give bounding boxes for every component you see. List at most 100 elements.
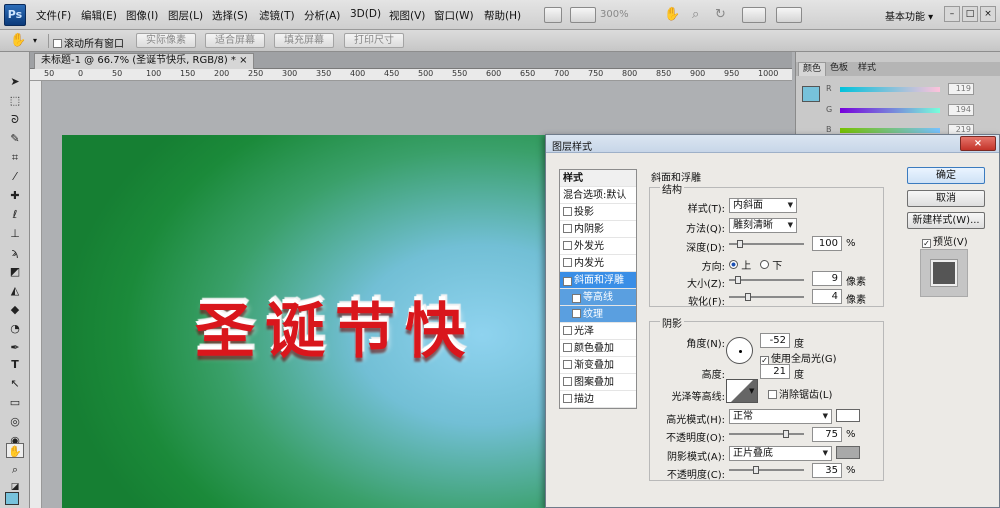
angle-input[interactable]: -52 [760, 333, 790, 348]
chevron-down-icon[interactable]: ▾ [33, 36, 37, 45]
cancel-button[interactable]: 取消 [907, 190, 985, 207]
dodge-tool-icon[interactable]: ◔ [6, 321, 24, 336]
rotate-icon[interactable]: ↻ [715, 7, 726, 22]
marquee-tool-icon[interactable]: ⬚ [6, 93, 24, 108]
style-list-item[interactable]: 内发光 [560, 255, 636, 272]
dialog-title-bar[interactable]: 图层样式 × [546, 135, 999, 153]
style-checkbox[interactable] [563, 394, 572, 403]
eraser-icon[interactable]: ◩ [6, 264, 24, 279]
arrange-icon[interactable] [570, 7, 596, 23]
close-tab-icon[interactable]: × [239, 55, 247, 66]
style-checkbox[interactable] [563, 258, 572, 267]
crop-tool-icon[interactable]: ⌗ [6, 150, 24, 165]
foreground-color-swatch[interactable] [5, 492, 19, 505]
shadow-opacity-slider[interactable] [729, 466, 804, 474]
highlight-color-swatch[interactable] [836, 409, 860, 422]
pen-tool-icon[interactable]: ✒ [6, 340, 24, 355]
workspace-switcher[interactable]: 基本功能 ▾ [885, 8, 933, 23]
menu-layer[interactable]: 图层(L) [168, 8, 203, 23]
type-tool-icon[interactable]: T [6, 357, 24, 372]
zoom-icon[interactable]: ⌕ [692, 7, 699, 22]
style-checkbox[interactable] [563, 377, 572, 386]
close-icon[interactable]: × [980, 6, 996, 22]
style-list-item[interactable]: 内阴影 [560, 221, 636, 238]
style-checkbox[interactable] [563, 207, 572, 216]
maximize-icon[interactable]: □ [962, 6, 978, 22]
size-slider[interactable] [729, 276, 804, 284]
menu-image[interactable]: 图像(I) [126, 8, 158, 23]
style-list-item[interactable]: 描边 [560, 391, 636, 408]
depth-thumb[interactable] [737, 240, 743, 248]
menu-window[interactable]: 窗口(W) [434, 8, 474, 23]
close-icon[interactable]: × [960, 136, 996, 151]
highlight-opacity-slider[interactable] [729, 430, 804, 438]
lasso-tool-icon[interactable]: ᘐ [6, 112, 24, 127]
highlight-opacity-thumb[interactable] [783, 430, 789, 438]
eyedropper-icon[interactable]: ⁄ [6, 169, 24, 184]
zoom-level[interactable]: 300% [600, 9, 629, 20]
fill-screen-button[interactable]: 填充屏幕 [274, 33, 334, 48]
menu-view[interactable]: 视图(V) [389, 8, 425, 23]
soften-input[interactable]: 4 [812, 289, 842, 304]
quick-select-icon[interactable]: ✎ [6, 131, 24, 146]
highlight-mode-select[interactable]: 正常 [729, 409, 832, 424]
antialias-checkbox[interactable]: 消除锯齿(L) [768, 386, 832, 401]
slider-g[interactable]: G 194 [826, 104, 996, 117]
style-list-item[interactable]: 颜色叠加 [560, 340, 636, 357]
style-list-item[interactable]: 渐变叠加 [560, 357, 636, 374]
menu-help[interactable]: 帮助(H) [484, 8, 521, 23]
menu-filter[interactable]: 滤镜(T) [259, 8, 295, 23]
style-list-item[interactable]: 混合选项:默认 [560, 187, 636, 204]
style-list-item[interactable]: ✓ 等高线 [560, 289, 636, 306]
style-checkbox[interactable] [563, 326, 572, 335]
menu-edit[interactable]: 编辑(E) [81, 8, 117, 23]
fit-screen-button[interactable]: 适合屏幕 [205, 33, 265, 48]
g-value[interactable]: 194 [948, 104, 974, 116]
chevron-down-icon[interactable]: ▼ [749, 387, 754, 395]
blur-tool-icon[interactable]: ◆ [6, 302, 24, 317]
slider-r[interactable]: R 119 [826, 83, 996, 96]
extras-icon[interactable] [742, 7, 766, 23]
preview-checkbox[interactable]: ✓ 预览(V) [922, 233, 968, 248]
style-checkbox[interactable]: ✓ [572, 294, 581, 303]
menu-analysis[interactable]: 分析(A) [304, 8, 340, 23]
menu-3d[interactable]: 3D(D) [350, 8, 381, 20]
global-light-checkbox[interactable]: ✓ 使用全局光(G) [760, 350, 837, 365]
clone-stamp-icon[interactable]: ⊥ [6, 226, 24, 241]
paint-bucket-icon[interactable]: ◭ [6, 283, 24, 298]
style-checkbox[interactable] [563, 224, 572, 233]
style-list-item[interactable]: ✓ 斜面和浮雕 [560, 272, 636, 289]
new-style-button[interactable]: 新建样式(W)... [907, 212, 985, 229]
depth-input[interactable]: 100 [812, 236, 842, 251]
brush-tool-icon[interactable]: ℓ [6, 207, 24, 222]
style-checkbox[interactable] [563, 360, 572, 369]
actual-pixels-button[interactable]: 实际像素 [136, 33, 196, 48]
history-brush-icon[interactable]: ϡ [6, 245, 24, 260]
move-tool-icon[interactable]: ➤ [6, 74, 24, 89]
tab-styles[interactable]: 样式 [854, 62, 880, 76]
zoom-tool-icon[interactable]: ⌕ [6, 462, 24, 477]
shadow-opacity-input[interactable]: 35 [812, 463, 842, 478]
bridge-icon[interactable] [544, 7, 562, 23]
menu-select[interactable]: 选择(S) [212, 8, 248, 23]
3d-rotate-icon[interactable]: ◎ [6, 414, 24, 429]
style-checkbox[interactable] [563, 343, 572, 352]
soften-slider[interactable] [729, 293, 804, 301]
healing-brush-icon[interactable]: ✚ [6, 188, 24, 203]
print-size-button[interactable]: 打印尺寸 [344, 33, 404, 48]
shadow-mode-select[interactable]: 正片叠底 [729, 446, 832, 461]
hand-icon[interactable]: ✋ [664, 7, 680, 22]
style-checkbox[interactable] [563, 241, 572, 250]
direction-down-radio[interactable]: 下 [760, 257, 782, 272]
angle-dial[interactable] [726, 337, 753, 364]
r-value[interactable]: 119 [948, 83, 974, 95]
style-list-item[interactable]: 光泽 [560, 323, 636, 340]
minimize-icon[interactable]: – [944, 6, 960, 22]
size-input[interactable]: 9 [812, 271, 842, 286]
scroll-all-checkbox[interactable]: 滚动所有窗口 [53, 35, 124, 50]
technique-select[interactable]: 雕刻清晰 [729, 218, 797, 233]
hand-tool-icon[interactable]: ✋ [10, 33, 26, 48]
altitude-input[interactable]: 21 [760, 364, 790, 379]
soften-thumb[interactable] [745, 293, 751, 301]
style-list-item[interactable]: 纹理 [560, 306, 636, 323]
